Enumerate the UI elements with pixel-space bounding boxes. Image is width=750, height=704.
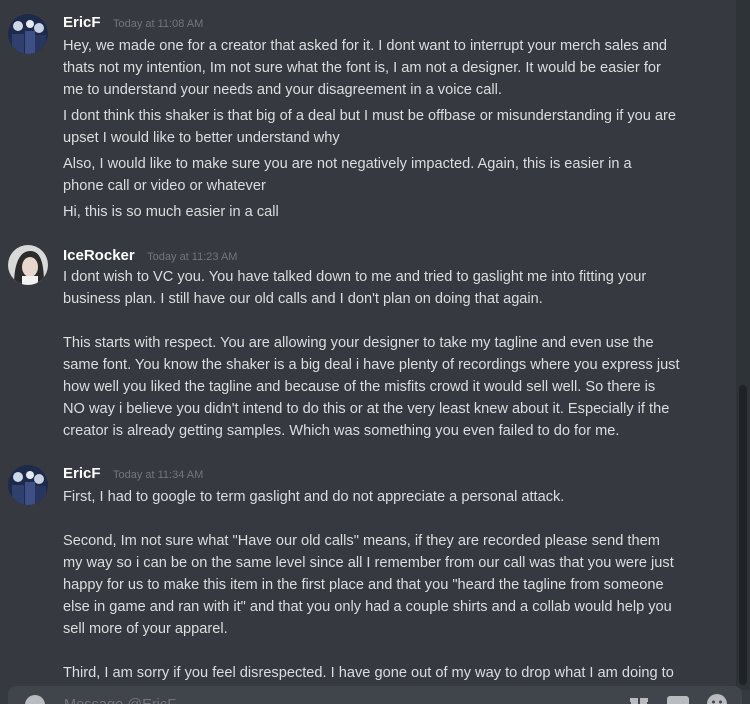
gift-icon[interactable] xyxy=(628,693,650,704)
username[interactable]: IceRocker xyxy=(63,247,135,264)
timestamp: Today at 11:23 AM xyxy=(147,251,238,263)
scrollbar-track[interactable] xyxy=(736,0,750,690)
message-input[interactable] xyxy=(64,695,564,704)
timestamp: Today at 11:08 AM xyxy=(112,18,204,30)
message-text: First, I had to google to term gaslight … xyxy=(63,489,674,681)
avatar-image-ericf xyxy=(8,465,48,505)
emoji-icon[interactable] xyxy=(706,693,728,704)
gif-icon[interactable] xyxy=(666,693,690,704)
message-text: Hi, this is so much easier in a call xyxy=(63,204,279,220)
avatar-image-icerocker xyxy=(8,245,48,285)
timestamp: Today at 11:34 AM xyxy=(112,469,204,481)
avatar[interactable] xyxy=(8,465,48,505)
message-text: I dont think this shaker is that big of … xyxy=(63,108,677,146)
username[interactable]: EricF xyxy=(63,465,101,482)
message-header: EricF Today at 11:08 AM xyxy=(63,14,203,34)
message-text: Hey, we made one for a creator that aske… xyxy=(63,38,668,98)
plus-circle-icon[interactable] xyxy=(25,695,45,704)
chat-window: EricF Today at 11:08 AM Hey, we made one… xyxy=(0,0,750,704)
avatar[interactable] xyxy=(8,245,48,285)
avatar[interactable] xyxy=(8,14,48,54)
message-header: IceRocker Today at 11:23 AM xyxy=(63,247,237,267)
username[interactable]: EricF xyxy=(63,14,101,31)
scrollbar-thumb[interactable] xyxy=(739,385,747,685)
message-composer xyxy=(8,686,742,704)
avatar-image-ericf xyxy=(8,14,48,54)
message-text: I dont wish to VC you. You have talked d… xyxy=(63,269,680,439)
message-text: Also, I would like to make sure you are … xyxy=(63,156,632,194)
message-header: EricF Today at 11:34 AM xyxy=(63,465,203,485)
